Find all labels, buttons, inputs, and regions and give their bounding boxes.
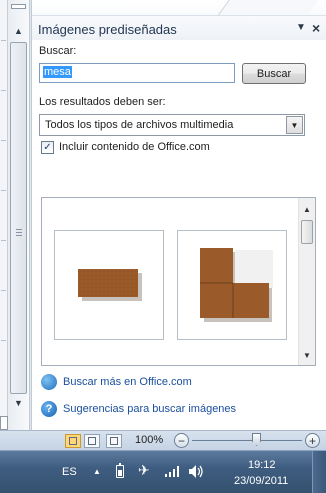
split-box[interactable] (11, 4, 26, 9)
zoom-in-icon[interactable]: + (305, 433, 320, 448)
search-tips-link[interactable]: Sugerencias para buscar imágenes (63, 403, 236, 415)
windows-taskbar: ES ▲ ✈ 19:12 23/09/2011 (0, 450, 326, 493)
language-indicator[interactable]: ES (62, 466, 77, 478)
pin-icon[interactable]: ✈ (138, 463, 150, 477)
clip-art-task-pane: Imágenes prediseñadas ▼ × Buscar: mesa B… (31, 0, 326, 430)
table-icon (78, 269, 142, 301)
pane-tab-strip (32, 0, 326, 16)
pane-title: Imágenes prediseñadas (38, 22, 177, 37)
network-signal-icon[interactable] (164, 465, 180, 478)
left-ruler (0, 0, 8, 430)
print-layout-icon[interactable] (65, 434, 81, 448)
results-scroll-thumb[interactable] (301, 220, 313, 244)
scroll-down-arrow-icon[interactable]: ▼ (10, 396, 27, 410)
status-bar: 100% − + (0, 430, 326, 450)
scroll-up-arrow-icon[interactable]: ▲ (10, 24, 27, 38)
grip-icon (16, 229, 22, 236)
search-label: Buscar: (39, 45, 77, 57)
results-area: ▲ ▼ (41, 197, 316, 366)
document-page-icon (0, 416, 8, 430)
zoom-slider-thumb[interactable] (252, 433, 261, 446)
office-online-link-row[interactable]: Buscar más en Office.com (41, 374, 192, 390)
battery-icon[interactable] (116, 463, 124, 478)
zoom-level[interactable]: 100% (135, 434, 163, 446)
search-input-value: mesa (43, 66, 72, 78)
results-scroll-down-icon[interactable]: ▼ (299, 348, 315, 362)
full-screen-reading-icon[interactable] (84, 434, 100, 448)
scroll-thumb[interactable] (10, 42, 27, 394)
media-type-select[interactable]: Todos los tipos de archivos multimedia ▼ (39, 114, 305, 136)
include-office-checkbox[interactable]: ✓ (41, 141, 54, 154)
help-icon: ? (41, 401, 57, 417)
document-vertical-scrollbar[interactable]: ▲ ▼ (8, 0, 30, 430)
results-scrollbar[interactable]: ▲ ▼ (298, 198, 315, 365)
search-input[interactable]: mesa (39, 63, 235, 83)
clock-time[interactable]: 19:12 (248, 459, 276, 471)
search-tips-link-row[interactable]: ? Sugerencias para buscar imágenes (41, 401, 236, 417)
show-desktop-button[interactable] (312, 451, 326, 493)
results-scroll-up-icon[interactable]: ▲ (299, 202, 315, 216)
zoom-slider-track[interactable] (192, 440, 302, 441)
corner-desk-icon (200, 248, 273, 322)
clock-date[interactable]: 23/09/2011 (234, 475, 288, 487)
include-office-label: Incluir contenido de Office.com (59, 141, 210, 153)
table-clipart-1[interactable] (54, 230, 164, 340)
office-online-icon (41, 374, 57, 390)
zoom-out-icon[interactable]: − (174, 433, 189, 448)
table-clipart-2[interactable] (177, 230, 287, 340)
dropdown-triangle-icon[interactable]: ▼ (296, 22, 306, 33)
close-icon[interactable]: × (312, 20, 320, 36)
volume-icon[interactable] (188, 464, 204, 479)
search-office-link[interactable]: Buscar más en Office.com (63, 376, 192, 388)
show-hidden-icons-icon[interactable]: ▲ (93, 468, 101, 476)
web-layout-icon[interactable] (106, 434, 122, 448)
checkmark-icon: ✓ (43, 141, 52, 153)
results-type-label: Los resultados deben ser: (39, 96, 166, 108)
chevron-down-icon[interactable]: ▼ (286, 116, 303, 134)
search-button[interactable]: Buscar (242, 63, 306, 84)
media-type-select-value: Todos los tipos de archivos multimedia (45, 119, 234, 131)
pane-header: Imágenes prediseñadas ▼ × (32, 0, 326, 40)
